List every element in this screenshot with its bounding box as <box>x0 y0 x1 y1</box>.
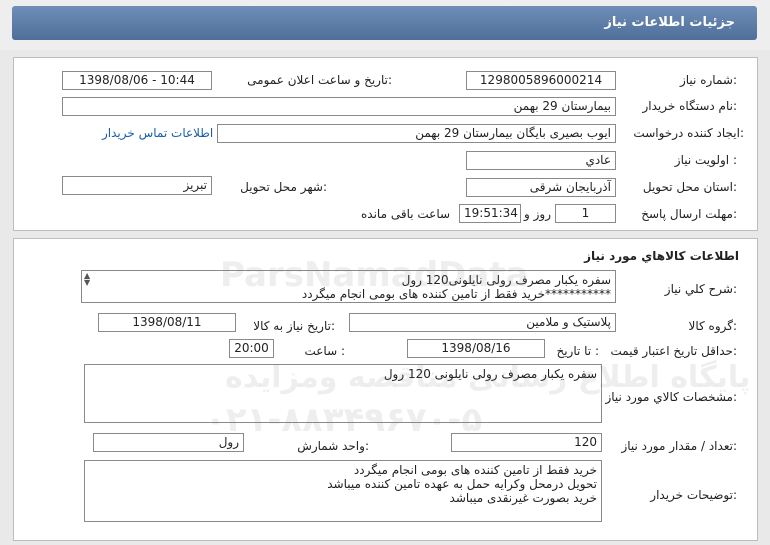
buyer-note-line: خرید بصورت غیرنقدی میباشد <box>449 491 597 505</box>
page-header: جزئیات اطلاعات نیاز <box>0 0 770 50</box>
until-date-label: تا تاریخ : <box>556 344 599 358</box>
until-date-field[interactable]: 1398/08/16 <box>407 339 545 358</box>
need-info-panel: شماره نیاز: 1298005896000214 تاریخ و ساع… <box>13 57 758 231</box>
buyer-note-line: تحویل درمحل وکرایه حمل به عهده تامین کنن… <box>327 477 597 491</box>
scroll-arrows-icon[interactable]: ▲ ▼ <box>84 272 90 287</box>
creator-label: ایجاد کننده درخواست: <box>633 126 744 140</box>
time-suffix: ساعت باقی مانده <box>361 207 451 221</box>
qty-label: تعداد / مقدار مورد نياز: <box>621 439 737 453</box>
general-desc-line2: ***********خرید فقط از تامین کننده های ب… <box>301 287 611 301</box>
time-left-field[interactable]: 19:51:34 <box>459 204 521 223</box>
general-desc-field[interactable]: ▲ ▼ سفره یکبار مصرف رولی نایلونی120 رول *… <box>81 270 616 303</box>
announce-date-label: تاریخ و ساعت اعلان عمومی: <box>247 73 392 87</box>
buyer-contact-link[interactable]: اطلاعات تماس خریدار <box>102 126 213 140</box>
need-number-field[interactable]: 1298005896000214 <box>466 71 616 90</box>
page-title: جزئیات اطلاعات نیاز <box>604 15 735 30</box>
buyer-note-line: خرید فقط از تامین کننده های بومی انجام م… <box>353 463 597 477</box>
announce-date-field[interactable]: 1398/08/06 - 10:44 <box>62 71 212 90</box>
hour-field[interactable]: 20:00 <box>229 339 274 358</box>
buyer-org-field[interactable]: بیمارستان 29 بهمن <box>62 97 616 116</box>
buyer-notes-label: توضيحات خريدار: <box>650 488 737 502</box>
qty-field[interactable]: 120 <box>451 433 602 452</box>
city-label: شهر محل تحویل: <box>240 180 327 194</box>
buyer-notes-field[interactable]: خرید فقط از تامین کننده های بومی انجام م… <box>84 460 602 522</box>
hour-label: ساعت : <box>304 344 345 358</box>
days-suffix: روز و <box>524 207 551 221</box>
header-bar: جزئیات اطلاعات نیاز <box>12 6 757 40</box>
province-label: استان محل تحویل: <box>642 180 737 194</box>
creator-field[interactable]: ایوب بصیری بایگان بیمارستان 29 بهمن <box>217 124 616 143</box>
unit-label: واحد شمارش: <box>297 439 369 453</box>
buyer-org-label: نام دستگاه خریدار: <box>642 99 738 113</box>
spec-field[interactable]: سفره یکبار مصرف رولی نایلونی 120 رول <box>84 364 602 423</box>
priority-label: اولویت نیاز : <box>674 153 737 167</box>
goods-group-label: گروه کالا: <box>688 319 738 333</box>
need-date-field[interactable]: 1398/08/11 <box>98 313 236 332</box>
price-validity-label: حداقل تاریخ اعتبار قیمت: <box>610 344 737 358</box>
goods-group-field[interactable]: پلاستیک و ملامین <box>349 313 616 332</box>
general-desc-label: شرح کلي نياز: <box>664 282 737 296</box>
goods-section-title: اطلاعات کالاهاي مورد نياز <box>584 249 739 263</box>
need-number-label: شماره نیاز: <box>679 73 737 87</box>
spec-label: مشخصات کالاي مورد نياز: <box>605 390 737 404</box>
goods-info-panel: اطلاعات کالاهاي مورد نياز شرح کلي نياز: … <box>13 238 758 541</box>
need-date-label: تاریخ نیاز به کالا: <box>253 319 335 333</box>
spec-text: سفره یکبار مصرف رولی نایلونی 120 رول <box>383 367 597 381</box>
days-field[interactable]: 1 <box>555 204 616 223</box>
city-field[interactable]: تبریز <box>62 176 212 195</box>
province-field[interactable]: آذربایجان شرقی <box>466 178 616 197</box>
unit-field[interactable]: رول <box>93 433 244 452</box>
priority-field[interactable]: عادي <box>466 151 616 170</box>
deadline-label: مهلت ارسال پاسخ: <box>641 207 737 221</box>
general-desc-line1: سفره یکبار مصرف رولی نایلونی120 رول <box>401 273 611 287</box>
